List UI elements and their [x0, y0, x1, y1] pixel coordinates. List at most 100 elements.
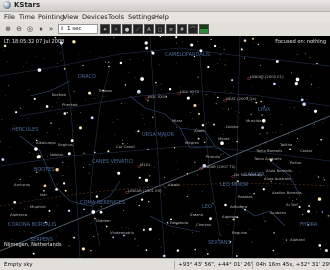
- toggle-constellation-names-icon[interactable]: A: [144, 24, 154, 34]
- star: [148, 227, 152, 231]
- star: [57, 45, 58, 46]
- object-label-zosma: Zosma: [190, 212, 203, 217]
- toggle-deep-sky-icon[interactable]: ✧: [111, 24, 121, 34]
- star: [136, 89, 141, 94]
- star: [56, 235, 57, 236]
- star: [201, 123, 205, 127]
- toggle-constellation-lines-icon[interactable]: ⟋: [133, 24, 143, 34]
- star: [83, 208, 85, 211]
- star: [47, 132, 49, 133]
- toggle-milky-way-icon[interactable]: ≋: [166, 24, 176, 34]
- object-label-alioth: Alioth: [194, 128, 206, 133]
- star: [230, 92, 232, 93]
- star: [114, 134, 116, 136]
- object-label-du-toit-hartley: Du Toit-Hartley: [234, 172, 263, 177]
- menu-time[interactable]: Time: [19, 12, 35, 22]
- toggle-stars-icon[interactable]: ✦: [100, 24, 110, 34]
- star: [228, 224, 229, 225]
- star: [155, 81, 157, 84]
- star: [138, 176, 141, 179]
- object-label-vindemiatrix: Vindemiatrix: [110, 230, 135, 235]
- menu-devices[interactable]: Devices: [82, 12, 108, 22]
- star: [219, 47, 220, 49]
- toggle-horizon-icon[interactable]: [199, 24, 209, 34]
- star: [117, 119, 118, 120]
- star: [168, 87, 172, 91]
- stop-clock-icon[interactable]: ⏸: [36, 24, 46, 34]
- object-label-kochab: Kochab: [52, 92, 66, 97]
- spin-arrows-icon[interactable]: ⇕: [60, 25, 64, 33]
- star: [19, 202, 21, 204]
- star: [186, 195, 188, 197]
- star: [252, 85, 253, 87]
- star: [110, 37, 111, 39]
- toggle-equator-icon[interactable]: ⌒: [188, 24, 198, 34]
- star: [107, 150, 110, 153]
- star: [6, 61, 8, 62]
- star: [294, 82, 298, 86]
- object-label-acubens: Acubens: [270, 210, 286, 215]
- star: [139, 130, 140, 132]
- zoom-in-icon[interactable]: ⊕: [3, 24, 13, 34]
- star: [193, 104, 197, 107]
- star: [275, 60, 279, 63]
- star: [151, 51, 153, 53]
- menu-pointing[interactable]: Pointing: [38, 12, 64, 22]
- star: [292, 200, 293, 201]
- zoom-out-icon[interactable]: ⊖: [14, 24, 24, 34]
- star: [294, 107, 296, 108]
- star: [253, 42, 255, 44]
- menu-settings[interactable]: Settings: [128, 12, 155, 22]
- star: [173, 147, 176, 149]
- star: [295, 77, 300, 82]
- star: [198, 112, 200, 115]
- sky-map[interactable]: LYNX URSA MAJOR CANES VENATICI BOOTES CO…: [0, 36, 330, 258]
- star: [207, 65, 210, 69]
- menu-bar: File Time Pointing View Devices Tools Se…: [0, 12, 330, 22]
- star: [31, 232, 32, 233]
- star: [67, 166, 69, 167]
- menu-file[interactable]: File: [4, 12, 15, 22]
- toggle-solar-system-icon[interactable]: ●: [122, 24, 132, 34]
- star: [121, 103, 123, 104]
- toggle-grid-icon[interactable]: #: [177, 24, 187, 34]
- star: [264, 142, 266, 143]
- star: [274, 71, 276, 73]
- object-label-alkaid: Alkaid: [168, 182, 180, 187]
- star: [104, 61, 106, 63]
- star: [319, 248, 321, 250]
- star: [32, 252, 35, 255]
- menu-help[interactable]: Help: [154, 12, 169, 22]
- star: [205, 94, 207, 96]
- object-label-alkalurops: Alkalurops: [36, 140, 56, 145]
- star: [163, 254, 166, 258]
- time-forward-icon[interactable]: »: [46, 24, 56, 34]
- star: [302, 214, 304, 216]
- star: [263, 217, 265, 218]
- star: [93, 235, 95, 237]
- star: [271, 132, 273, 133]
- title-bar[interactable]: KStars: [0, 0, 330, 12]
- timestep-spinbox[interactable]: ⇕ 1 sec: [58, 24, 98, 34]
- menu-tools[interactable]: Tools: [108, 12, 124, 22]
- object-label-izar: Izar: [40, 192, 47, 197]
- constellation-name-leo: LEO: [202, 204, 212, 210]
- star: [64, 189, 67, 192]
- object-label-pherkad: Pherkad: [62, 102, 78, 107]
- star: [207, 251, 209, 252]
- star: [230, 108, 232, 109]
- star: [98, 56, 100, 57]
- star: [223, 48, 225, 50]
- status-object: Empty sky: [4, 262, 33, 268]
- center-focus-icon[interactable]: ◎: [25, 24, 35, 34]
- menu-view[interactable]: View: [63, 12, 78, 22]
- constellation-name-camelopardalis: CAMELOPARDALIS: [165, 52, 210, 58]
- object-label-linear-2007-t2: LINEAR (2007 T2): [202, 164, 236, 169]
- star: [28, 152, 30, 153]
- star: [197, 76, 199, 78]
- constellation-name-coma-berenices: COMA BERENICES: [80, 200, 125, 206]
- toggle-constellation-boundaries-icon[interactable]: ▢: [155, 24, 165, 34]
- star: [5, 95, 6, 97]
- object-label-m101: M101: [140, 162, 151, 167]
- object-label-arcturus: Arcturus: [14, 182, 30, 187]
